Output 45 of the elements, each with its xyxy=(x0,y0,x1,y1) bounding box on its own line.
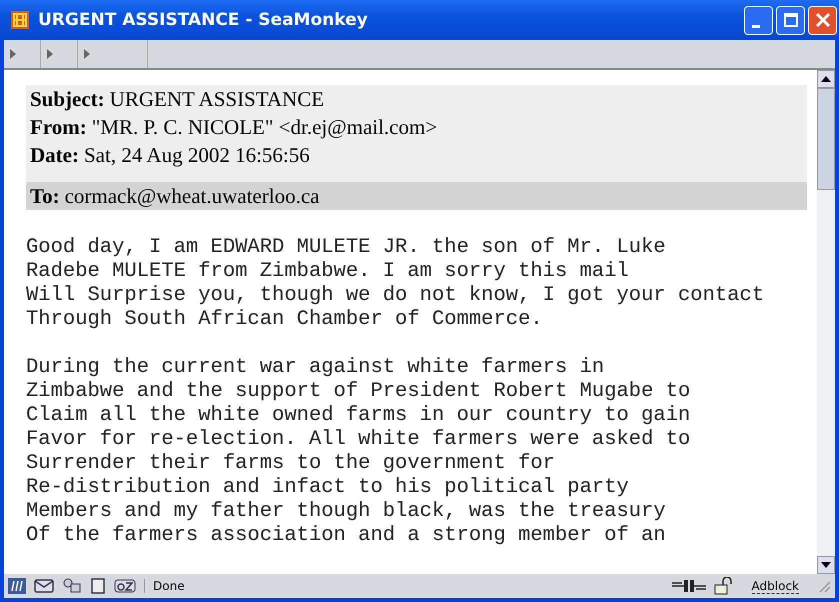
status-text: Done xyxy=(144,579,185,593)
resize-grip-icon[interactable] xyxy=(817,579,831,593)
message-line: Members and my father though black, was the treasury xyxy=(26,500,667,524)
header-label: From: xyxy=(30,114,87,140)
message-line: Re-distribution and infact to his political party xyxy=(26,476,630,500)
message-line: Will Surprise you, though we do not know, I got your contact xyxy=(26,284,766,308)
triangle-icon xyxy=(84,49,90,59)
close-icon xyxy=(814,12,830,28)
envelope-icon[interactable] xyxy=(34,578,54,594)
message-line: Radebe MULETE from Zimbabwe. I am sorry this mail xyxy=(26,260,630,284)
composer-icon[interactable] xyxy=(114,578,136,594)
scroll-up-icon[interactable] xyxy=(821,76,831,82)
plug-icon xyxy=(672,579,706,593)
minimize-icon xyxy=(752,24,760,28)
message-line: During the current war against white farmers in xyxy=(26,356,606,380)
message-line: Through South African Chamber of Commerce. xyxy=(26,308,544,332)
maximize-button[interactable] xyxy=(776,6,805,34)
header-value: cormack@wheat.uwaterloo.ca xyxy=(64,184,320,208)
minimize-button[interactable] xyxy=(744,6,773,34)
close-button[interactable] xyxy=(808,6,837,34)
maximize-icon xyxy=(782,12,798,28)
header-value: URGENT ASSISTANCE xyxy=(110,86,324,112)
page-icon[interactable] xyxy=(90,578,106,594)
app-icon xyxy=(10,10,30,30)
message-line: Claim all the white owned farms in our country to gain xyxy=(26,404,692,428)
message-line: Good day, I am EDWARD MULETE JR. the son of Mr. Luke xyxy=(26,236,667,260)
header-label: Date: xyxy=(30,142,79,168)
scroll-thumb[interactable] xyxy=(817,88,835,190)
message-line: Surrender their farms to the government for xyxy=(26,452,556,476)
message-line: Of the farmers association and a strong member of an xyxy=(26,524,667,548)
message-line: Favor for re-election. All white farmers were asked to xyxy=(26,428,692,452)
header-value: "MR. P. C. NICOLE" <dr.ej@mail.com> xyxy=(92,114,438,140)
header-label: To: xyxy=(30,184,60,208)
padlock-icon[interactable] xyxy=(714,577,734,595)
scrollbar[interactable] xyxy=(817,70,835,574)
scroll-down-icon[interactable] xyxy=(821,562,831,568)
header-label: Subject: xyxy=(30,86,105,112)
header-value: Sat, 24 Aug 2002 16:56:56 xyxy=(84,142,310,168)
window-title: URGENT ASSISTANCE - SeaMonkey xyxy=(38,10,369,30)
triangle-icon xyxy=(47,49,53,59)
triangle-icon xyxy=(10,49,16,59)
navigator-icon[interactable] xyxy=(8,578,26,594)
adblock-link[interactable]: Adblock xyxy=(752,578,799,594)
message-line: Zimbabwe and the support of President Robert Mugabe to xyxy=(26,380,692,404)
people-icon[interactable] xyxy=(62,578,82,594)
